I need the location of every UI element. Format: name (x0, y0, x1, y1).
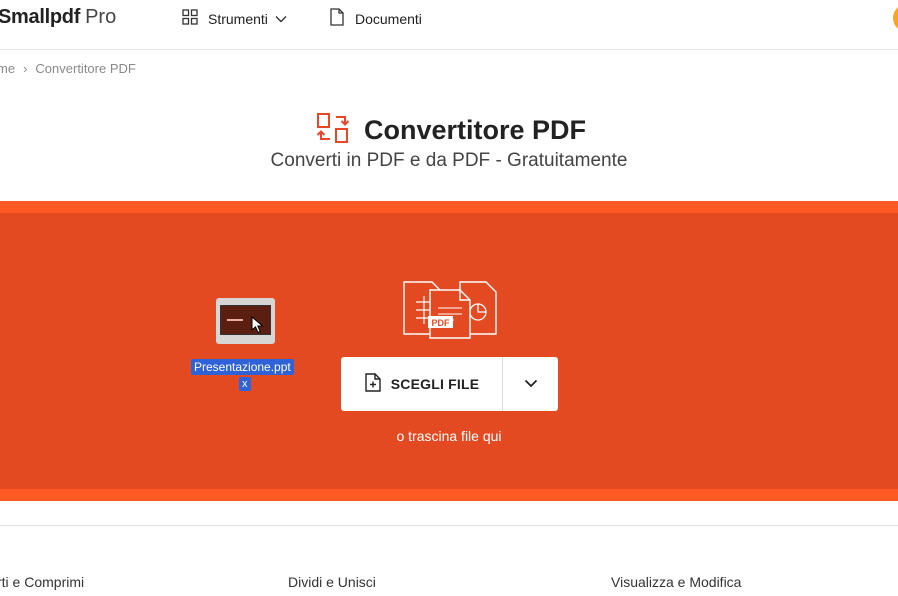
breadcrumb-current: Convertitore PDF (35, 61, 136, 76)
page-title: Convertitore PDF (364, 115, 587, 145)
dropzone-panel[interactable]: PDF SCEGLI FILE o trascina file qui Pres… (0, 213, 898, 489)
pdf-tag: PDF (431, 318, 450, 328)
choose-file-button[interactable]: SCEGLI FILE (341, 357, 503, 411)
source-dropdown-button[interactable] (503, 357, 558, 411)
footer-category-split-merge[interactable]: Dividi e Unisci (288, 574, 376, 590)
breadcrumb-separator: › (23, 61, 28, 76)
breadcrumb: me › Convertitore PDF (0, 61, 136, 76)
dragged-file-thumbnail (216, 298, 275, 344)
choose-file-group: SCEGLI FILE (341, 357, 558, 411)
footer-category-view-edit[interactable]: Visualizza e Modifica (611, 574, 741, 590)
breadcrumb-home-link[interactable]: me (0, 61, 15, 76)
chevron-down-icon (524, 375, 538, 393)
section-divider (0, 525, 898, 526)
choose-file-label: SCEGLI FILE (390, 376, 480, 392)
grid-icon (182, 8, 198, 30)
chevron-down-icon (275, 10, 287, 28)
documents-illustration (402, 280, 500, 345)
user-avatar[interactable] (893, 4, 898, 32)
top-navigation-bar: Smallpdf Pro Strumenti Documenti (0, 0, 898, 50)
document-icon (330, 7, 344, 31)
brand-name: Smallpdf (0, 6, 81, 28)
drop-hint-text: o trascina file qui (396, 428, 502, 444)
mouse-cursor-icon (251, 315, 264, 339)
page-header: Convertitore PDF (316, 112, 586, 149)
brand-logo[interactable]: Smallpdf Pro (0, 6, 116, 29)
footer-category-convert-compress[interactable]: rti e Comprimi (0, 574, 84, 590)
nav-tools-menu[interactable]: Strumenti (182, 8, 287, 30)
dragged-file-name: Presentazione.ppt (191, 359, 294, 375)
brand-plan: Pro (85, 6, 117, 28)
nav-documents-label: Documenti (355, 11, 422, 27)
file-plus-icon (364, 371, 382, 398)
convert-arrows-icon (316, 112, 350, 149)
dragged-file-name-suffix: x (239, 377, 251, 391)
page-subtitle: Converti in PDF e da PDF - Gratuitamente (270, 150, 628, 171)
nav-tools-label: Strumenti (208, 11, 268, 27)
nav-documents-link[interactable]: Documenti (330, 7, 422, 31)
file-dropzone[interactable]: PDF SCEGLI FILE o trascina file qui Pres… (0, 201, 898, 501)
